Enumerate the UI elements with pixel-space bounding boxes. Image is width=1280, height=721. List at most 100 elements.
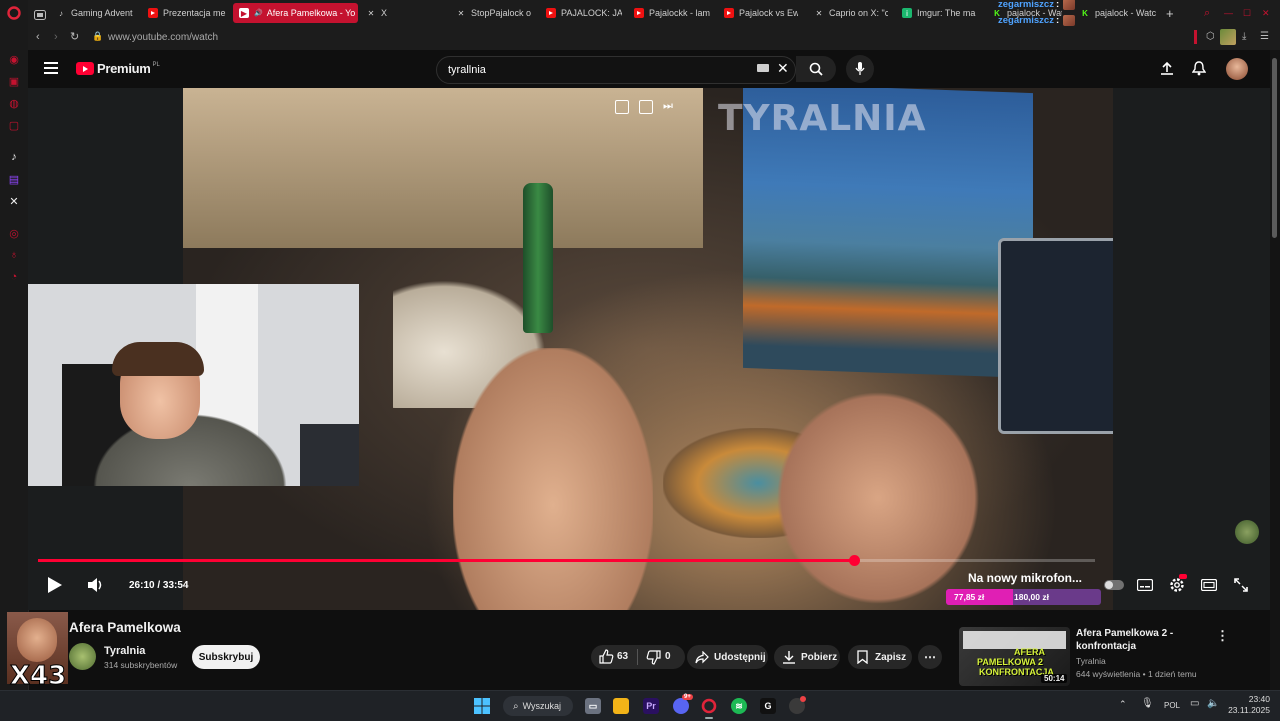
tab-9[interactable]: i Imgur: The ma [902,3,978,23]
youtube-icon [724,8,734,18]
channel-branding-avatar[interactable] [1235,520,1259,544]
opera-logo-icon[interactable] [7,6,21,20]
subtitles-icon[interactable] [1136,577,1154,593]
close-window-icon[interactable]: ✕ [1262,3,1270,23]
kebab-menu-icon[interactable]: ⋮ [1216,628,1229,644]
tab-4[interactable]: ✕ StopPajalock o [456,3,538,23]
app-g-icon[interactable]: G [760,698,776,714]
tab-5[interactable]: PAJALOCK: JA [546,3,622,23]
account-avatar[interactable] [1226,58,1248,80]
tray-microphone-icon[interactable]: 🎙 [1141,698,1154,709]
skip-next-icon[interactable]: ⏭ [663,100,673,114]
search-input[interactable]: tyrallnia ✕ [436,56,796,84]
share-button[interactable]: Udostępnij [687,645,768,669]
thumbnail-text: PAMELKOWA 2 [977,657,1044,667]
dislike-button[interactable] [646,650,661,668]
related-video-title[interactable]: Afera Pamelkowa 2 - konfrontacja [1076,627,1173,653]
tab-6[interactable]: Pajalockk - lam [634,3,710,23]
tab-7[interactable]: Pajalock vs Ew [724,3,798,23]
network-icon[interactable]: ▭ [1190,698,1199,709]
aria-icon[interactable]: ◉ [7,52,21,66]
history-icon[interactable]: ◔ [7,270,21,284]
clear-search-icon[interactable]: ✕ [777,60,789,77]
language-indicator[interactable]: POL [1164,701,1180,710]
progress-scrubber[interactable] [849,555,860,566]
download-icon[interactable]: ⤓ [1242,31,1246,42]
tab-0[interactable]: ♪ Gaming Advent [56,3,158,23]
task-view-icon[interactable]: ▭ [585,698,601,714]
maximize-icon[interactable]: ☐ [1243,3,1251,23]
twitch-icon[interactable]: ▤ [7,172,21,186]
related-video-channel[interactable]: Tyralnia [1076,656,1106,666]
easy-setup-icon[interactable]: ☰ [1260,31,1269,42]
tab-3[interactable]: ✕ X [366,3,452,23]
youtube-icon [634,8,644,18]
share-screen-icon[interactable] [639,100,653,114]
page-scrollbar[interactable] [1270,50,1280,690]
notifications-bell-icon[interactable] [1191,61,1207,81]
donation-title: Na nowy mikrofon... [968,571,1083,585]
keyboard-icon[interactable] [757,64,769,72]
taskbar-search[interactable]: ⌕ Wyszukaj [503,696,573,716]
premiere-pro-icon[interactable]: Pr [643,698,659,714]
channel-watermark: TYRALNIA [718,98,927,139]
download-button[interactable]: Pobierz [774,645,840,669]
youtube-logo[interactable]: Premium PL [76,61,160,76]
search-button[interactable] [796,56,836,82]
bulb-icon[interactable]: ♁ [7,248,21,262]
menu-icon[interactable] [44,61,58,79]
tab-1[interactable]: Prezentacja me [148,3,230,23]
youtube-icon [148,8,158,18]
channel-avatar[interactable] [69,643,96,670]
file-explorer-icon[interactable] [613,698,629,714]
subscribe-button[interactable]: Subskrybuj [192,645,260,669]
imgur-icon: i [902,8,912,18]
more-actions-icon[interactable]: ⋯ [918,645,942,669]
app-circle-icon[interactable] [789,696,806,714]
new-tab-plus-icon[interactable]: + [1166,3,1174,23]
back-icon[interactable]: ‹ [36,31,40,43]
opera-gx-icon[interactable] [701,698,717,719]
tray-chevron-icon[interactable]: ⌃ [1119,699,1127,710]
related-video-meta: 644 wyświetlenia • 1 dzień temu [1076,669,1197,679]
voice-search-button[interactable] [846,55,874,83]
channel-name[interactable]: Tyralnia [104,645,145,657]
volume-button[interactable] [85,575,107,595]
clock[interactable]: 23:40 23.11.2025 [1226,694,1270,716]
fullscreen-icon[interactable] [1232,577,1250,593]
forward-icon[interactable]: › [54,31,58,43]
miniplayer-icon[interactable] [615,100,629,114]
tiktok-sidebar-icon[interactable]: ♪ [7,150,21,164]
pinboard-icon[interactable]: ◎ [7,226,21,240]
x-sidebar-icon[interactable]: ✕ [7,194,21,208]
video-player[interactable]: TYRALNIA ⏭ 26:10 / 33:54 Na nowy mikrofo… [28,88,1270,610]
settings-gear-icon[interactable] [1168,574,1187,593]
messenger-icon[interactable]: ◍ [7,96,21,110]
extensions-icon[interactable]: ⬡ [1206,31,1215,42]
reload-icon[interactable]: ↻ [70,30,79,43]
tab-2[interactable]: ▶ 🔊 Afera Pamelkowa - Yo [233,3,358,23]
tab-strip-menu-icon[interactable] [34,5,46,25]
minimize-icon[interactable]: — [1224,3,1233,23]
upload-icon[interactable] [1160,61,1174,80]
autoplay-toggle[interactable] [1103,578,1125,592]
url-field[interactable]: www.youtube.com/watch [108,32,218,43]
save-button[interactable]: Zapisz [848,645,912,669]
discord-icon[interactable]: 9+ [673,694,693,714]
scrollbar-thumb[interactable] [1272,58,1277,238]
tab-search-icon[interactable]: ⌕ [1204,3,1210,23]
play-button[interactable] [44,574,66,596]
tab-11[interactable]: Kpajalock - Watc [1080,3,1156,23]
shopping-bag-icon[interactable]: ▣ [7,74,21,88]
progress-bar[interactable] [38,555,1095,566]
miniplayer-button-icon[interactable] [1200,577,1218,593]
like-button[interactable] [599,649,614,667]
tab-8[interactable]: ✕ Caprio on X: "c [814,3,888,23]
speaker-tray-icon[interactable]: 🔈 [1207,698,1219,709]
profile-avatar[interactable] [1220,29,1236,45]
time-display: 26:10 / 33:54 [129,580,189,591]
windows-start-icon[interactable] [474,698,490,714]
instagram-icon[interactable]: ▢ [7,118,21,132]
related-video-thumbnail[interactable]: AFERA PAMELKOWA 2 KONFRONTACJA 50:14 [959,627,1070,686]
spotify-icon[interactable]: ≋ [731,698,747,714]
